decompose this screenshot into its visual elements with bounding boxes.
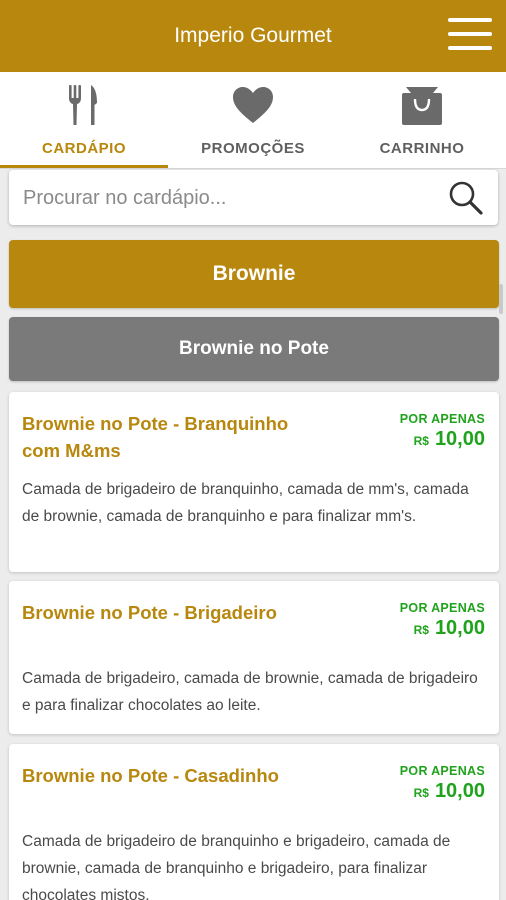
menu-line [448, 18, 492, 22]
product-description: Camada de brigadeiro de branquinho e bri… [22, 833, 451, 900]
tab-label: PROMOÇÕES [201, 140, 305, 157]
tab-promocoes[interactable]: PROMOÇÕES [169, 72, 337, 168]
product-description: Camada de brigadeiro de branquinho, cama… [22, 481, 469, 525]
price-label: POR APENAS [399, 601, 485, 615]
product-card[interactable]: Brownie no Pote - Branquinho com M&ms PO… [9, 392, 499, 572]
hamburger-menu-icon[interactable] [448, 18, 492, 52]
fork-knife-icon [0, 82, 168, 128]
product-price: R$ 10,00 [414, 780, 485, 803]
scrollbar-thumb[interactable] [499, 284, 503, 314]
currency-symbol: R$ [413, 623, 429, 637]
tab-label: CARDÁPIO [41, 140, 126, 157]
product-price: R$ 10,00 [414, 428, 485, 451]
shopping-bag-icon [338, 82, 506, 128]
product-name: Brownie no Pote - Branquinho com M&ms [22, 413, 289, 461]
tab-label: CARRINHO [379, 140, 465, 157]
price-label: POR APENAS [399, 764, 485, 778]
product-description: Camada de brigadeiro, camada de brownie,… [22, 670, 478, 714]
price-value: 10,00 [434, 428, 485, 450]
product-name: Brownie no Pote - Casadinho [22, 765, 279, 786]
top-bar: Imperio Gourmet [0, 0, 506, 72]
tab-carrinho[interactable]: CARRINHO [338, 72, 506, 168]
product-name: Brownie no Pote - Brigadeiro [22, 602, 277, 623]
currency-symbol: R$ [413, 786, 429, 800]
product-card[interactable]: Brownie no Pote - Brigadeiro POR APENAS … [9, 581, 499, 734]
product-card[interactable]: Brownie no Pote - Casadinho POR APENAS R… [9, 744, 499, 900]
tab-cardapio[interactable]: CARDÁPIO [0, 72, 168, 168]
search-bar [9, 170, 498, 225]
search-input[interactable] [23, 182, 433, 214]
product-price: R$ 10,00 [414, 617, 485, 640]
category-button-brownie[interactable]: Brownie [9, 240, 499, 308]
app-title: Imperio Gourmet [174, 24, 332, 47]
menu-line [448, 32, 492, 36]
price-value: 10,00 [434, 780, 485, 802]
heart-icon [169, 82, 337, 128]
search-icon[interactable] [448, 180, 484, 216]
tab-bar: CARDÁPIO PROMOÇÕES CARRINHO [0, 72, 506, 169]
price-label: POR APENAS [399, 412, 485, 426]
price-value: 10,00 [434, 617, 485, 639]
currency-symbol: R$ [413, 434, 429, 448]
menu-line [448, 46, 492, 50]
subcategory-button-brownie-no-pote[interactable]: Brownie no Pote [9, 317, 499, 381]
